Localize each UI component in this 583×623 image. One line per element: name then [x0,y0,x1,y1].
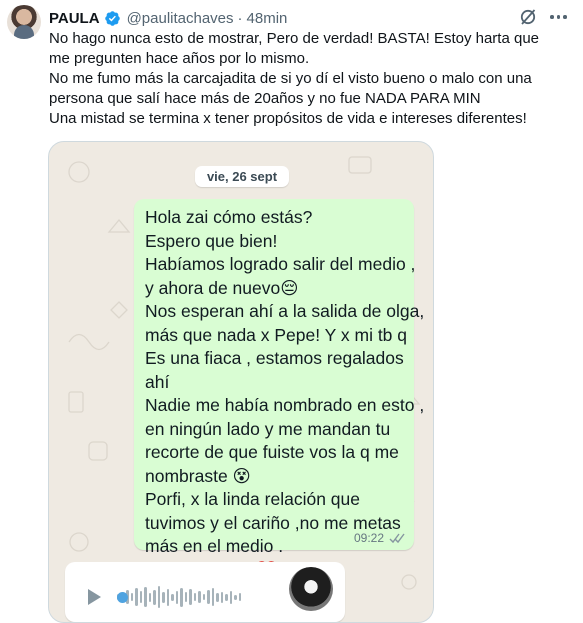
message-line: ahí [145,371,170,392]
author-handle[interactable]: @paulitachaves [127,10,234,27]
message-bubble: Hola zai cómo estás? Espero que bien! Ha… [134,199,424,580]
audio-progress-handle[interactable] [117,592,128,603]
message-line: Porfi, x la linda relación que [145,489,360,509]
separator-dot: · [237,9,243,27]
author-name[interactable]: PAULA [49,10,100,27]
message-meta: 09:22 [354,531,405,545]
tweet-text-line: No me fumo más la carcajadita de si yo d… [49,70,532,87]
avatar-figure [14,25,34,39]
audio-waveform[interactable] [117,584,241,610]
message-line: nombraste 😵 [145,465,251,486]
message-line: Hola zai cómo estás? [145,207,313,227]
tweet-text-line: persona que salí hace más de 20años y no… [49,90,481,107]
tweet-text-line: No hago nunca esto de mostrar, Pero de v… [49,30,540,47]
chat-date-chip: vie, 26 sept [195,166,289,187]
message-line: Nos esperan ahí a la salida de olga, [145,301,425,321]
grok-icon[interactable] [518,7,538,27]
message-line: Es una fiaca , estamos regalados [145,348,404,368]
message-line: Habíamos logrado salir del medio , [145,254,416,274]
sender-avatar [289,567,333,611]
tweet-text-line: Una mistad se termina x tener propósitos… [49,110,527,127]
play-icon[interactable] [88,589,101,605]
tweet-header: PAULA @paulitachaves · 48min [49,8,287,28]
message-time: 09:22 [353,531,384,545]
tweet-text: No hago nunca esto de mostrar, Pero de v… [49,29,574,129]
message-text: Hola zai cómo estás? Espero que bien! Ha… [145,206,425,582]
message-line: Espero que bien! [145,230,278,251]
message-line: recorte de que fuiste vos la q me [145,442,399,462]
tweet-media-image[interactable]: vie, 26 sept Hola zai cómo estás? Espero… [48,141,434,623]
read-checkmarks-icon [389,533,405,543]
message-line: más que nada x Pepe! Y x mi tb q [145,324,408,345]
post-time[interactable]: 48min [247,10,288,27]
message-line: y ahora de nuevo😔 [145,277,299,298]
author-avatar[interactable] [7,5,41,39]
tweet-text-line: me pregunten hace años por lo mismo. [49,50,310,67]
more-icon[interactable] [550,15,567,19]
voice-message[interactable] [65,562,345,622]
message-line: en ningún lado y me mandan tu [145,418,391,439]
message-line: Nadie me había nombrado en esto , [145,395,425,415]
verified-badge-icon [104,10,120,26]
